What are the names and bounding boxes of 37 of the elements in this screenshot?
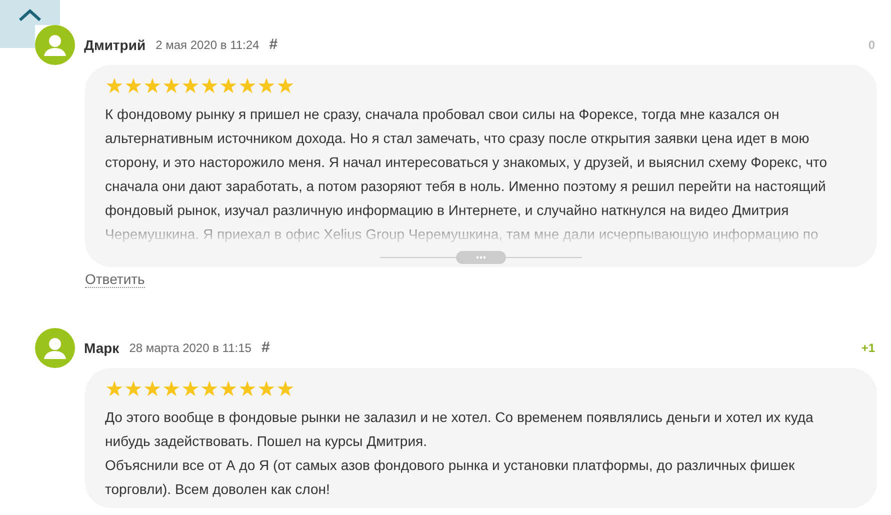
star-icon: ★ — [162, 379, 181, 401]
star-icon: ★ — [162, 76, 181, 98]
avatar-icon — [35, 328, 75, 368]
comment-date: 28 марта 2020 в 11:15 — [129, 340, 252, 357]
star-icon: ★ — [219, 379, 238, 401]
comment-score: +1 — [861, 340, 875, 357]
author-name: Марк — [84, 338, 120, 358]
star-icon: ★ — [105, 76, 124, 98]
star-icon: ★ — [124, 379, 143, 401]
star-icon: ★ — [257, 76, 276, 98]
star-icon: ★ — [219, 76, 238, 98]
chevron-up-icon — [18, 8, 42, 22]
comment-text: Объяснили все от А до Я (от самых азов фондового рынка и установки платформы, до различных фишек торговли). Всем доволен как слон! — [105, 456, 796, 499]
star-icon: ★ — [105, 379, 124, 401]
star-icon: ★ — [200, 76, 219, 98]
comment-score: 0 — [868, 37, 875, 54]
comment-link[interactable]: # — [261, 336, 270, 360]
star-icon: ★ — [238, 379, 257, 401]
button-background — [0, 25, 35, 48]
star-icon: ★ — [238, 76, 257, 98]
scroll-top-button[interactable] — [0, 0, 60, 25]
star-icon: ★ — [257, 379, 276, 401]
avatar-icon — [35, 25, 75, 65]
star-icon: ★ — [276, 379, 295, 401]
star-icon: ★ — [143, 76, 162, 98]
reply-link[interactable]: Ответить — [85, 271, 145, 288]
star-icon: ★ — [124, 76, 143, 98]
dots-icon — [476, 256, 486, 259]
star-icon: ★ — [276, 76, 295, 98]
star-icon: ★ — [181, 379, 200, 401]
comment-link[interactable]: # — [269, 34, 278, 56]
star-icon: ★ — [181, 76, 200, 98]
star-icon: ★ — [200, 379, 219, 401]
star-icon: ★ — [143, 379, 162, 401]
comment-text: До этого вообще в фондовые рынки не залазил и не хотел. Со временем появлялись деньги и хотел их куда нибудь задействовать. Пошел на курсы Дмитрия. — [105, 408, 814, 451]
comment-date: 2 мая 2020 в 11:24 — [156, 37, 260, 54]
author-name: Дмитрий — [84, 36, 146, 55]
